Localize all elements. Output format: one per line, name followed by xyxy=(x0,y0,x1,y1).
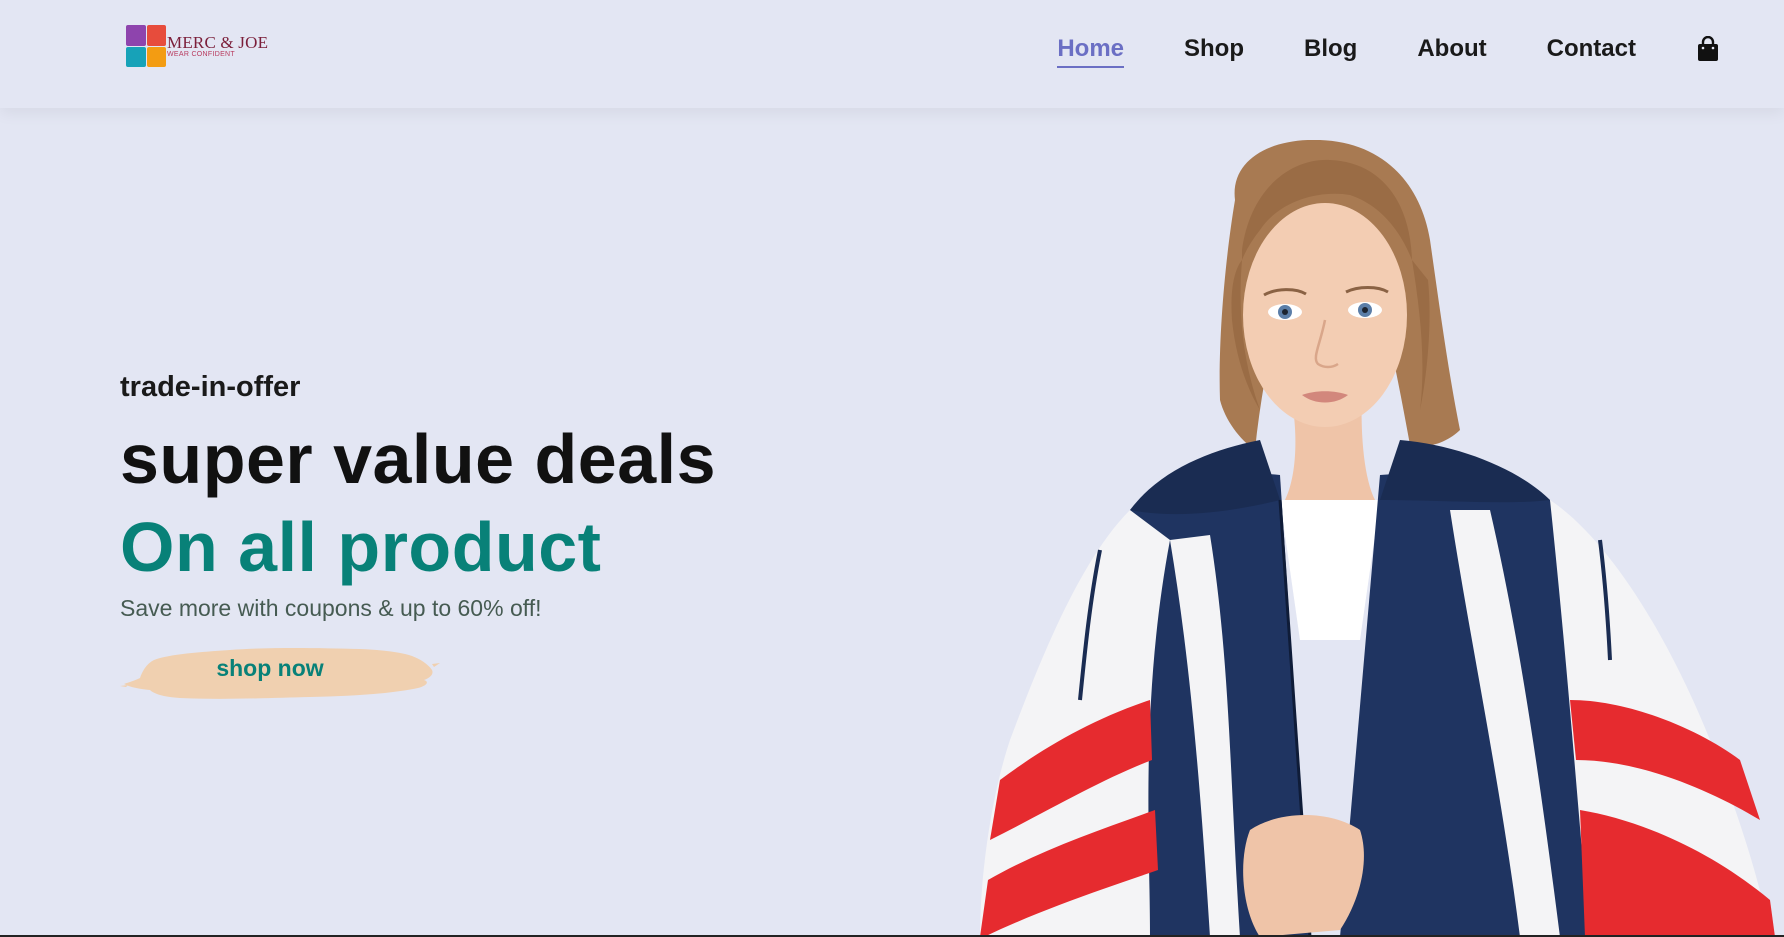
logo-mark xyxy=(126,25,166,67)
model-photo xyxy=(980,140,1775,937)
shop-now-button[interactable]: shop now xyxy=(120,634,440,702)
hero-text: trade-in-offer super value deals On all … xyxy=(120,360,716,625)
main-nav: Home Shop Blog About Contact xyxy=(1057,0,1784,98)
logo-subtitle: WEAR CONFIDENT xyxy=(167,50,235,58)
shop-now-label: shop now xyxy=(216,654,324,681)
page: MERC & JOE WEAR CONFIDENT Home Shop Blog… xyxy=(0,0,1784,937)
nav-contact-link[interactable]: Contact xyxy=(1547,35,1636,63)
hero-subtext: Save more with coupons & up to 60% off! xyxy=(120,595,542,621)
logo-title: MERC & JOE xyxy=(167,32,269,52)
hero-headline-accent: On all product xyxy=(120,508,602,586)
site-header: MERC & JOE WEAR CONFIDENT Home Shop Blog… xyxy=(0,0,1784,108)
nav-shop-link[interactable]: Shop xyxy=(1184,35,1244,63)
shopping-bag-icon[interactable] xyxy=(1696,35,1720,63)
hero-tagline: trade-in-offer xyxy=(120,371,301,403)
nav-home-link[interactable]: Home xyxy=(1057,35,1124,68)
hero-headline: super value deals xyxy=(120,420,717,498)
logo-text: MERC & JOE WEAR CONFIDENT xyxy=(167,34,268,59)
nav-about-link[interactable]: About xyxy=(1417,35,1486,63)
brand-logo[interactable]: MERC & JOE WEAR CONFIDENT xyxy=(126,25,268,67)
nav-blog-link[interactable]: Blog xyxy=(1304,35,1357,63)
